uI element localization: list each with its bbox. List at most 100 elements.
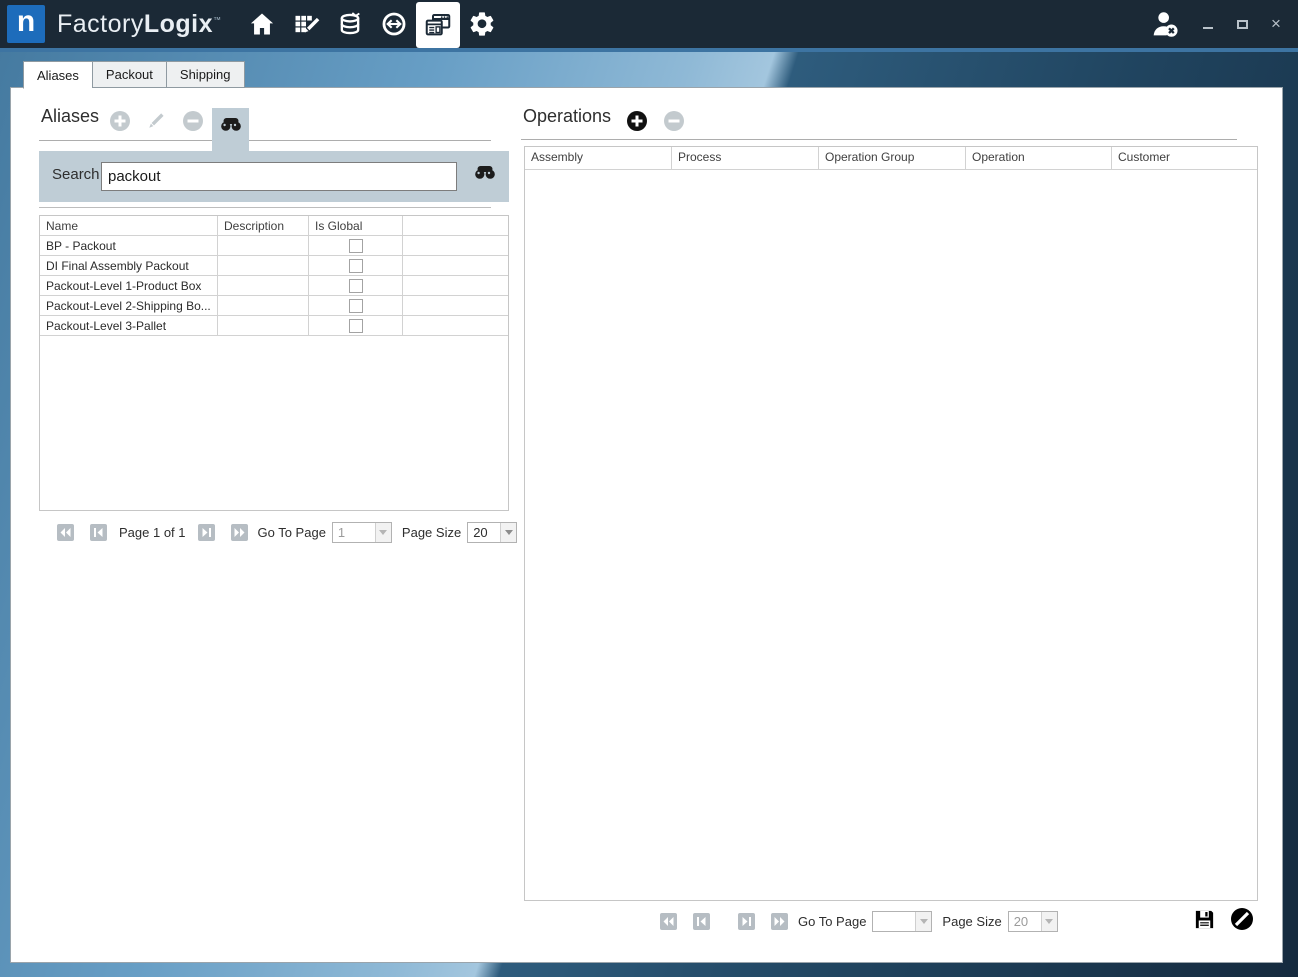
chevron-down-icon[interactable] [500, 523, 516, 542]
column-header-assembly[interactable]: Assembly [525, 147, 672, 169]
table-row[interactable]: Packout-Level 1-Product Box [40, 276, 508, 296]
alias-description-cell [218, 256, 309, 275]
blank-cell [403, 296, 508, 315]
last-page-button[interactable] [231, 524, 248, 541]
column-header-operation-group[interactable]: Operation Group [819, 147, 966, 169]
search-submit-binoculars-icon[interactable] [473, 165, 497, 180]
is-global-checkbox[interactable] [349, 319, 363, 333]
alias-description-cell [218, 276, 309, 295]
alias-name-cell: Packout-Level 1-Product Box [40, 276, 218, 295]
operation-add-button[interactable] [626, 110, 648, 132]
last-page-button[interactable] [771, 913, 788, 930]
next-page-button[interactable] [738, 913, 755, 930]
home-icon[interactable] [240, 0, 284, 48]
search-binoculars-icon [219, 117, 243, 132]
maximize-button[interactable] [1234, 16, 1250, 32]
settings-gear-icon[interactable] [460, 0, 504, 48]
save-icon [1193, 908, 1216, 931]
save-button[interactable] [1193, 908, 1216, 931]
alias-name-cell: BP - Packout [40, 236, 218, 255]
search-label: Search [52, 166, 100, 183]
page-size-label: Page Size [402, 525, 461, 540]
page-size-value: 20 [468, 525, 500, 540]
chevron-down-icon[interactable] [1041, 912, 1057, 931]
operations-header-divider [521, 139, 1237, 140]
first-page-button[interactable] [660, 913, 677, 930]
search-divider [39, 207, 491, 208]
column-header-customer[interactable]: Customer [1112, 147, 1257, 169]
alias-add-button[interactable] [109, 110, 131, 132]
chevron-down-icon[interactable] [375, 523, 391, 542]
is-global-cell [309, 316, 403, 335]
alias-search-panel: Search [39, 151, 509, 202]
tabstrip: Aliases Packout Shipping [23, 61, 245, 89]
main-nav [240, 0, 504, 48]
go-to-page-label: Go To Page [258, 525, 326, 540]
alias-remove-button[interactable] [182, 110, 204, 132]
is-global-checkbox[interactable] [349, 259, 363, 273]
titlebar-accent-strip [0, 48, 1298, 52]
blank-cell [403, 256, 508, 275]
page-indicator: Page 1 of 1 [107, 525, 198, 540]
go-to-page-combo[interactable]: 1 [332, 522, 392, 543]
tab-aliases[interactable]: Aliases [23, 61, 92, 89]
table-row[interactable]: BP - Packout [40, 236, 508, 256]
app-logo: n [7, 5, 45, 43]
page-size-combo[interactable]: 20 [1008, 911, 1058, 932]
is-global-cell [309, 276, 403, 295]
aliases-header-divider [39, 140, 491, 141]
go-to-page-combo[interactable] [872, 911, 932, 932]
prev-page-button[interactable] [90, 524, 107, 541]
table-row[interactable]: Packout-Level 3-Pallet [40, 316, 508, 336]
aliases-pager: Page 1 of 1 Go To Page 1 Page Size 20 [57, 522, 517, 543]
production-grid-pencil-icon[interactable] [284, 0, 328, 48]
table-row[interactable]: Packout-Level 2-Shipping Bo... [40, 296, 508, 316]
operations-title: Operations [523, 106, 611, 127]
search-input[interactable] [101, 162, 457, 191]
alias-description-cell [218, 316, 309, 335]
alias-name-cell: DI Final Assembly Packout [40, 256, 218, 275]
is-global-checkbox[interactable] [349, 279, 363, 293]
column-header-blank [403, 216, 508, 235]
chevron-down-icon[interactable] [915, 912, 931, 931]
operations-pager: Go To Page Page Size 20 [660, 911, 1058, 932]
titlebar: n FactoryLogix™ [0, 0, 1298, 48]
column-header-is-global[interactable]: Is Global [309, 216, 403, 235]
minimize-button[interactable] [1200, 16, 1216, 32]
blank-cell [403, 276, 508, 295]
column-header-name[interactable]: Name [40, 216, 218, 235]
materials-database-icon[interactable] [328, 0, 372, 48]
column-header-operation[interactable]: Operation [966, 147, 1112, 169]
close-button[interactable]: × [1268, 16, 1284, 32]
tab-packout[interactable]: Packout [92, 61, 166, 88]
blank-cell [403, 236, 508, 255]
is-global-checkbox[interactable] [349, 299, 363, 313]
user-logout-icon[interactable] [1148, 8, 1182, 40]
prev-page-button[interactable] [693, 913, 710, 930]
go-to-page-value: 1 [333, 525, 375, 540]
dispatch-circle-arrows-icon[interactable] [372, 0, 416, 48]
column-header-description[interactable]: Description [218, 216, 309, 235]
logo-letter: n [17, 7, 35, 37]
blank-cell [403, 316, 508, 335]
main-content: Aliases Search N [10, 87, 1283, 963]
alias-edit-button[interactable] [145, 110, 167, 132]
alias-search-toggle-button[interactable] [212, 108, 249, 151]
is-global-checkbox[interactable] [349, 239, 363, 253]
alias-description-cell [218, 236, 309, 255]
operation-remove-button[interactable] [663, 110, 685, 132]
documents-windows-icon[interactable] [416, 2, 460, 48]
go-to-page-label: Go To Page [798, 914, 866, 929]
is-global-cell [309, 236, 403, 255]
column-header-process[interactable]: Process [672, 147, 819, 169]
operations-table: Assembly Process Operation Group Operati… [524, 146, 1258, 901]
page-size-combo[interactable]: 20 [467, 522, 517, 543]
alias-description-cell [218, 296, 309, 315]
page-size-value: 20 [1009, 914, 1041, 929]
tab-shipping[interactable]: Shipping [166, 61, 245, 88]
cancel-button[interactable] [1230, 907, 1254, 931]
table-row[interactable]: DI Final Assembly Packout [40, 256, 508, 276]
first-page-button[interactable] [57, 524, 74, 541]
next-page-button[interactable] [198, 524, 215, 541]
cancel-icon [1230, 907, 1254, 931]
